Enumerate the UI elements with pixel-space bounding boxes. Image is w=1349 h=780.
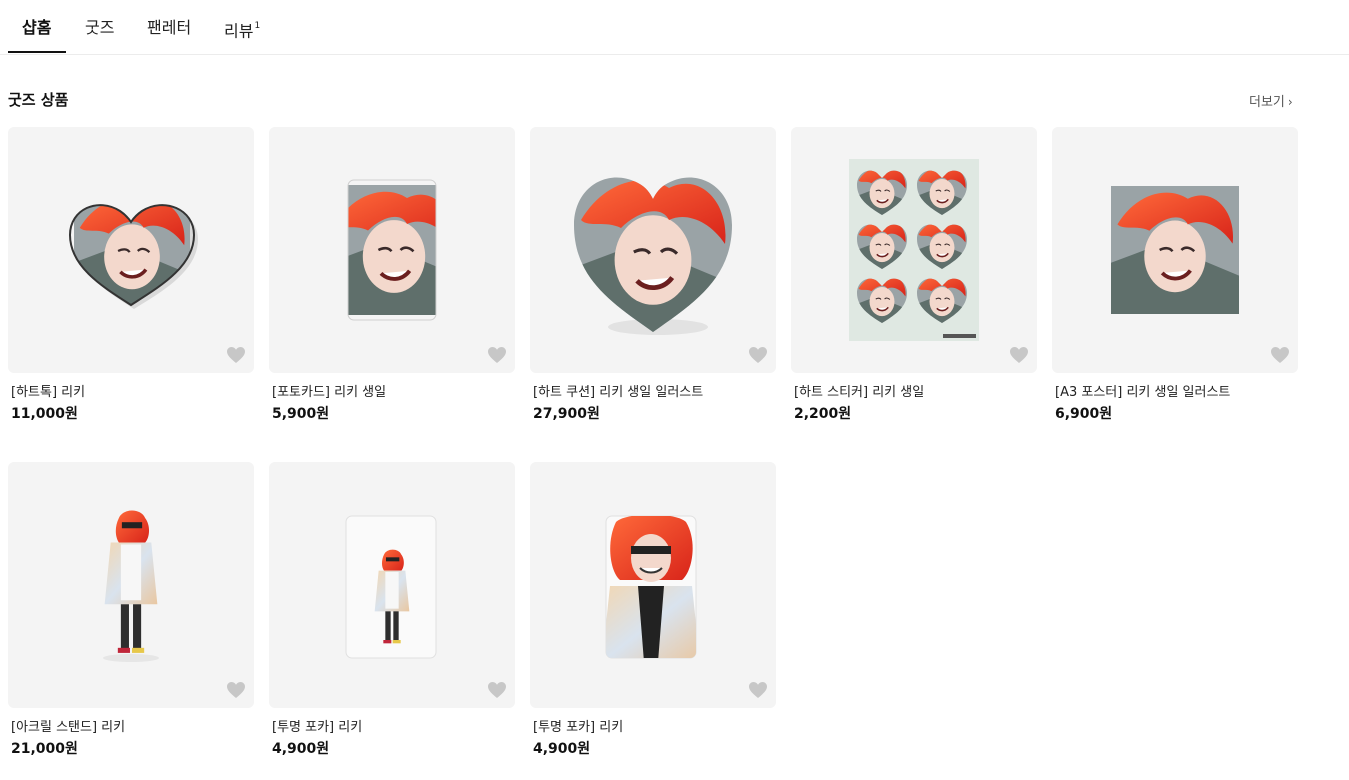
product-price: 4,900원: [272, 741, 330, 757]
product-thumbnail[interactable]: [791, 127, 1037, 373]
product-thumbnail[interactable]: [8, 127, 254, 373]
heart-icon[interactable]: [748, 681, 768, 699]
product-price: 27,900원: [533, 406, 600, 422]
product-name[interactable]: [A3 포스터] 리키 생일 일러스트: [1055, 381, 1230, 400]
heart-icon[interactable]: [487, 681, 507, 699]
heart-icon[interactable]: [226, 346, 246, 364]
product-price: 6,900원: [1055, 406, 1113, 422]
active-tab-indicator: [8, 51, 66, 53]
product-price: 4,900원: [533, 741, 591, 757]
tab-goods[interactable]: 굿즈: [85, 0, 114, 54]
heart-cushion-image: [530, 127, 776, 335]
product-name[interactable]: [하트 쿠션] 리키 생일 일러스트: [533, 381, 703, 400]
tab-label: 굿즈: [85, 18, 115, 37]
product-thumbnail[interactable]: [269, 462, 515, 708]
tab-label: 샵홈: [22, 18, 52, 37]
product-thumbnail[interactable]: [530, 127, 776, 373]
product-price: 21,000원: [11, 741, 78, 757]
clear-photocard-image: [345, 515, 437, 659]
product-thumbnail[interactable]: [269, 127, 515, 373]
heart-icon[interactable]: [1009, 346, 1029, 364]
heart-griptok-image: [68, 204, 198, 309]
product-name[interactable]: [투명 포카] 리키: [272, 716, 362, 735]
heart-icon[interactable]: [226, 681, 246, 699]
product-price: 5,900원: [272, 406, 330, 422]
heart-icon[interactable]: [487, 346, 507, 364]
acrylic-stand-image: [103, 510, 159, 662]
shop-tab-bar: 샵홈 굿즈 팬레터 리뷰1: [0, 0, 1349, 55]
tab-fan-letter[interactable]: 팬레터: [147, 0, 191, 54]
product-thumbnail[interactable]: [8, 462, 254, 708]
product-name[interactable]: [하트톡] 리키: [11, 381, 85, 400]
see-more-label: 더보기: [1249, 95, 1285, 110]
tab-label: 리뷰: [224, 21, 254, 41]
review-count-badge: 1: [254, 21, 261, 31]
heart-icon[interactable]: [748, 346, 768, 364]
chevron-right-icon: ›: [1287, 95, 1293, 109]
heart-icon[interactable]: [1270, 346, 1290, 364]
heart-sticker-sheet-image: [849, 159, 979, 341]
product-price: 2,200원: [794, 406, 852, 422]
product-thumbnail[interactable]: [530, 462, 776, 708]
product-thumbnail[interactable]: [1052, 127, 1298, 373]
tab-shop-home[interactable]: 샵홈: [22, 0, 51, 54]
tab-reviews[interactable]: 리뷰1: [224, 0, 260, 54]
product-name[interactable]: [하트 스티커] 리키 생일: [794, 381, 924, 400]
section-title: 굿즈 상품: [8, 91, 69, 109]
product-name[interactable]: [포토카드] 리키 생일: [272, 381, 386, 400]
see-more-link[interactable]: 더보기 ›: [1249, 91, 1293, 110]
tab-label: 팬레터: [147, 18, 192, 37]
product-name[interactable]: [아크릴 스탠드] 리키: [11, 716, 125, 735]
clear-photocard-image: [605, 515, 697, 659]
product-name[interactable]: [투명 포카] 리키: [533, 716, 623, 735]
product-price: 11,000원: [11, 406, 78, 422]
photocard-image: [347, 179, 437, 321]
poster-image: [1052, 127, 1298, 373]
